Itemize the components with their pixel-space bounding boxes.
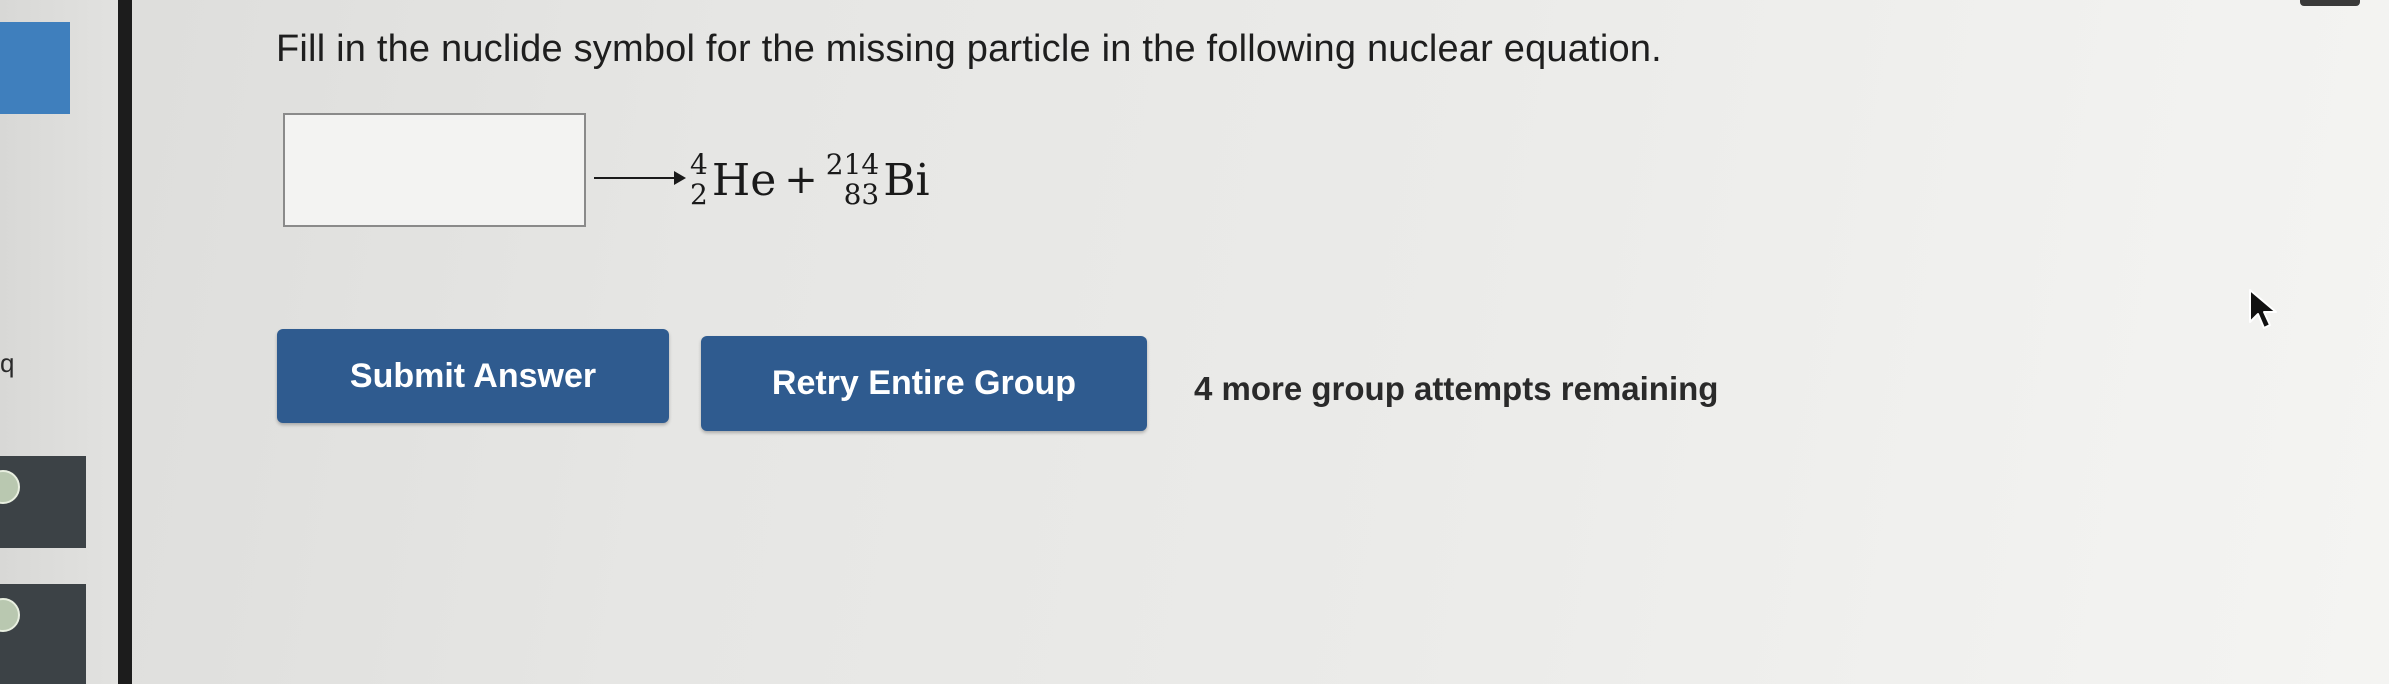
nuclide-helium: 4 2 He xyxy=(690,150,776,210)
sidebar-label: q xyxy=(0,348,15,378)
sidebar-item-1[interactable] xyxy=(0,456,86,548)
reaction-arrow-icon xyxy=(592,166,690,190)
nuclide-bismuth: 214 83 Bi xyxy=(826,150,930,210)
mass-number: 214 xyxy=(825,148,880,181)
atomic-number: 2 xyxy=(690,178,708,211)
element-symbol: He xyxy=(711,154,777,206)
sidebar: q xyxy=(0,0,118,684)
retry-entire-group-button[interactable]: Retry Entire Group xyxy=(701,336,1147,431)
element-symbol: Bi xyxy=(883,154,930,206)
window-edge-mark xyxy=(2300,0,2360,6)
submit-answer-button[interactable]: Submit Answer xyxy=(277,329,669,423)
sidebar-item-2[interactable] xyxy=(0,584,86,684)
nuclear-equation: 4 2 He + 214 83 Bi xyxy=(592,130,930,230)
mouse-pointer-icon xyxy=(2249,289,2277,329)
atomic-number: 83 xyxy=(843,178,880,211)
plus-sign: + xyxy=(784,157,818,203)
question-text: Fill in the nuclide symbol for the missi… xyxy=(276,28,1662,70)
nuclide-answer-input[interactable] xyxy=(283,113,586,227)
sidebar-active-tab[interactable] xyxy=(0,22,70,114)
attempts-remaining-text: 4 more group attempts remaining xyxy=(1194,370,1719,407)
mass-number: 4 xyxy=(690,148,708,181)
sidebar-divider xyxy=(118,0,132,684)
